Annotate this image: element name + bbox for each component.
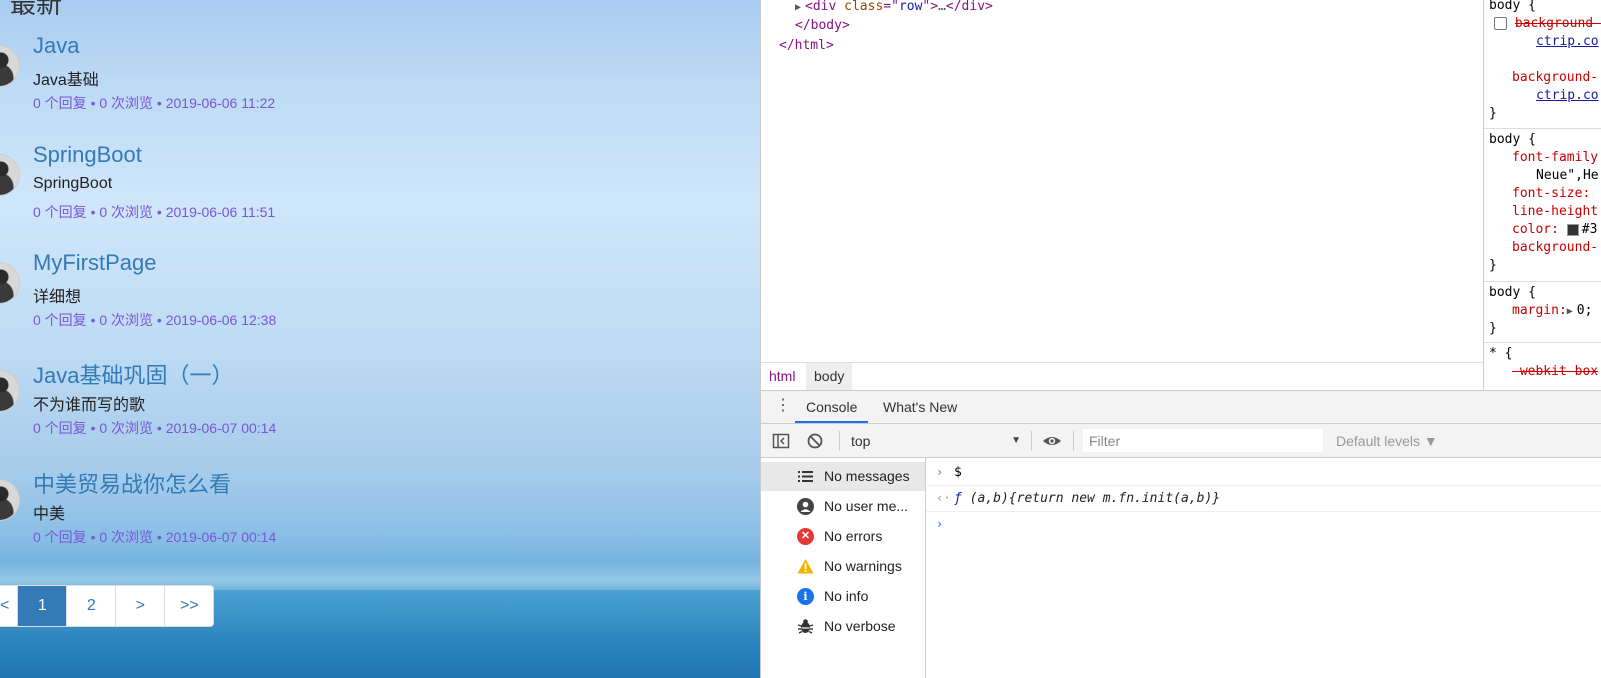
expand-triangle-icon[interactable]: ▶ — [795, 0, 805, 17]
console-sidebar: No messages No user me... ✕ No errors No… — [761, 458, 926, 678]
topic-meta: 0 个回复 • 0 次浏览 • 2019-06-06 11:22 — [33, 95, 276, 111]
sidebar-item-info[interactable]: i No info — [761, 582, 925, 611]
topic-meta: 0 个回复 • 0 次浏览 • 2019-06-06 12:38 — [33, 312, 277, 328]
topic-description: SpringBoot — [33, 175, 113, 192]
expand-triangle-icon[interactable]: ▶ — [1567, 303, 1577, 321]
prompt-chevron-icon: › — [936, 517, 944, 531]
avatar[interactable] — [0, 262, 20, 304]
topic-meta: 0 个回复 • 0 次浏览 • 2019-06-07 00:14 — [33, 529, 277, 545]
console-toolbar: top ▼ Default levels ▼ — [761, 424, 1601, 458]
topic-item: 中美贸易战你怎么看 中美 0 个回复 • 0 次浏览 • 2019-06-07 … — [0, 467, 740, 567]
topic-title-link[interactable]: Java — [33, 33, 79, 59]
toolbar-separator — [839, 431, 840, 451]
dom-node-div-row[interactable]: ▶ <div class="row">…</div> — [795, 0, 993, 17]
input-chevron-icon: › — [936, 465, 944, 479]
topic-description: Java基础 — [33, 72, 99, 89]
element-breadcrumbs: html body — [761, 362, 1483, 390]
drawer-tab-bar: ⋮ Console What's New — [761, 390, 1601, 424]
styles-pane: body { background- ctrip.co background- … — [1483, 0, 1601, 390]
sidebar-toggle-icon[interactable] — [772, 432, 790, 450]
console-prompt[interactable]: › — [926, 512, 1601, 537]
pagination: < 1 2 > >> — [0, 585, 215, 627]
topic-item: SpringBoot SpringBoot 0 个回复 • 0 次浏览 • 20… — [0, 142, 740, 242]
sidebar-item-verbose[interactable]: No verbose — [761, 612, 925, 641]
topic-item: Java Java基础 0 个回复 • 0 次浏览 • 2019-06-06 1… — [0, 33, 740, 133]
style-rule: body { margin:▶ 0; } — [1484, 282, 1601, 343]
user-icon — [797, 498, 814, 515]
topic-title-link[interactable]: 中美贸易战你怎么看 — [33, 467, 231, 499]
info-icon: i — [797, 588, 814, 605]
result-arrow-icon: ‹· — [936, 491, 951, 505]
error-icon: ✕ — [797, 528, 814, 545]
color-swatch[interactable] — [1566, 223, 1579, 236]
elements-tree[interactable]: ▶ <div class="row">…</div> </body> </html… — [761, 0, 1483, 362]
avatar[interactable] — [0, 45, 20, 87]
toolbar-separator — [1073, 431, 1074, 451]
devtools-panel: ▶ <div class="row">…</div> </body> </html… — [760, 0, 1601, 678]
property-checkbox[interactable] — [1494, 17, 1507, 30]
breadcrumb-body[interactable]: body — [806, 363, 853, 390]
style-rule: * { -webkit-box — [1489, 346, 1599, 379]
page-2-button[interactable]: 2 — [66, 586, 115, 626]
url-link[interactable]: ctrip.co — [1536, 87, 1599, 105]
page-prev-button[interactable]: < — [0, 586, 17, 626]
page-next-button[interactable]: > — [115, 586, 164, 626]
topic-title-link[interactable]: MyFirstPage — [33, 250, 156, 276]
style-rule: body { font-family Neue",He font-size: l… — [1484, 129, 1601, 282]
sidebar-item-messages[interactable]: No messages — [761, 462, 925, 491]
topic-description: 中美 — [33, 506, 66, 523]
context-selector[interactable]: top ▼ — [851, 429, 1021, 453]
avatar[interactable] — [0, 479, 20, 521]
avatar[interactable] — [0, 370, 20, 412]
dom-node-body-close[interactable]: </body> — [795, 17, 850, 35]
bug-icon — [797, 618, 814, 635]
breadcrumb-html[interactable]: html — [761, 363, 803, 390]
sidebar-item-user-messages[interactable]: No user me... — [761, 492, 925, 521]
topic-meta: 0 个回复 • 0 次浏览 • 2019-06-06 11:51 — [33, 204, 276, 220]
style-rule: body { background- ctrip.co background- … — [1484, 0, 1601, 129]
dropdown-arrow-icon: ▼ — [1011, 435, 1021, 446]
list-icon — [797, 468, 814, 485]
page-last-button[interactable]: >> — [164, 586, 213, 626]
tab-console[interactable]: Console — [795, 391, 869, 423]
avatar[interactable] — [0, 154, 20, 196]
topic-description: 详细想 — [33, 289, 82, 306]
topic-title-link[interactable]: Java基础巩固（一） — [33, 358, 233, 390]
page-1-button[interactable]: 1 — [17, 586, 67, 626]
url-link[interactable]: ctrip.co — [1536, 33, 1599, 51]
topic-item: MyFirstPage 详细想 0 个回复 • 0 次浏览 • 2019-06-… — [0, 250, 740, 350]
topic-description: 不为谁而写的歌 — [33, 397, 146, 414]
more-vert-icon[interactable]: ⋮ — [775, 397, 791, 415]
webpage-viewport: 最新 Java Java基础 0 个回复 • 0 次浏览 • 2019-06-0… — [0, 0, 760, 678]
console-output[interactable]: › $ ‹· ƒ (a,b){return new m.fn.init(a,b)… — [926, 458, 1601, 678]
topic-meta: 0 个回复 • 0 次浏览 • 2019-06-07 00:14 — [33, 420, 277, 436]
topic-title-link[interactable]: SpringBoot — [33, 142, 142, 168]
dom-node-html-close[interactable]: </html> — [779, 37, 834, 55]
console-result-entry: ‹· ƒ (a,b){return new m.fn.init(a,b)} — [926, 486, 1601, 512]
filter-input[interactable] — [1083, 429, 1323, 452]
sidebar-item-warnings[interactable]: No warnings — [761, 552, 925, 581]
warning-icon — [797, 558, 814, 575]
topic-item: Java基础巩固（一） 不为谁而写的歌 0 个回复 • 0 次浏览 • 2019… — [0, 358, 740, 458]
eye-icon[interactable] — [1042, 432, 1061, 450]
toolbar-separator — [1031, 431, 1032, 451]
tab-whats-new[interactable]: What's New — [872, 391, 968, 423]
console-input-entry: › $ — [926, 460, 1601, 486]
clear-console-icon[interactable] — [806, 432, 824, 450]
sidebar-item-errors[interactable]: ✕ No errors — [761, 522, 925, 551]
section-title: 最新 — [10, 0, 63, 19]
log-levels-dropdown[interactable]: Default levels ▼ — [1336, 429, 1438, 453]
